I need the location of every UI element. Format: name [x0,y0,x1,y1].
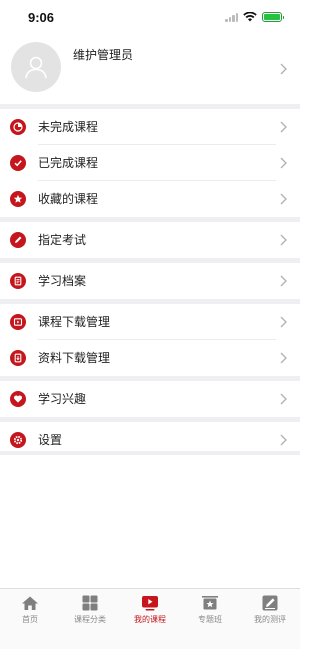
grid-icon [82,595,98,611]
chevron-right-icon [280,275,287,287]
chevron-right-icon [280,234,287,246]
menu-item-label: 课程下载管理 [38,315,111,329]
tab-label: 课程分类 [74,615,106,624]
menu-item-material-downloads[interactable]: 资料下载管理 [0,340,300,376]
tab-my-courses[interactable]: 我的课程 [120,589,180,649]
tab-label: 我的课程 [134,615,166,624]
chevron-right-icon [280,63,287,75]
pie-chart-icon [10,119,26,135]
menu-item-label: 未完成课程 [38,120,99,134]
menu-item-course-downloads[interactable]: 课程下载管理 [0,304,300,340]
status-time: 9:06 [28,9,55,25]
tab-label: 我的测评 [254,615,286,624]
chevron-right-icon [280,434,287,446]
tab-label: 专题班 [198,615,222,624]
profile-name: 维护管理员 [73,48,134,62]
home-icon [22,596,38,610]
chevron-right-icon [280,316,287,328]
menu-item-learning-archive[interactable]: 学习档案 [0,263,300,299]
chevron-right-icon [280,352,287,364]
chevron-right-icon [280,393,287,405]
wifi-icon [243,12,257,22]
tab-bar: 首页 课程分类 我的课程 专题班 我的测评 [0,588,300,649]
status-bar: 9:06 [0,0,300,34]
menu-item-completed-courses[interactable]: 已完成课程 [0,145,300,181]
chevron-right-icon [280,157,287,169]
pencil-icon [10,232,26,248]
tab-my-assessments[interactable]: 我的测评 [240,589,300,649]
profile-header[interactable]: 维护管理员 [0,34,300,104]
status-icons [225,12,284,22]
edit-icon [262,595,278,611]
heart-icon [10,391,26,407]
user-icon [25,56,47,79]
tab-label: 首页 [22,615,38,624]
play-icon [142,596,158,611]
menu-item-label: 学习兴趣 [38,392,87,406]
settings-icon [10,432,26,448]
archive-icon [10,273,26,289]
tab-home[interactable]: 首页 [0,589,60,649]
menu-item-label: 设置 [38,433,63,447]
video-download-icon [10,314,26,330]
tab-special-classes[interactable]: 专题班 [180,589,240,649]
section-separator [0,451,300,455]
menu-item-unfinished-courses[interactable]: 未完成课程 [0,109,300,145]
menu-item-label: 学习档案 [38,274,87,288]
class-board-icon [202,596,218,610]
tab-course-categories[interactable]: 课程分类 [60,589,120,649]
avatar [11,42,61,92]
menu-item-label: 指定考试 [38,233,87,247]
menu-item-favorite-courses[interactable]: 收藏的课程 [0,181,300,217]
chevron-right-icon [280,193,287,205]
check-icon [10,155,26,171]
menu-item-assigned-exams[interactable]: 指定考试 [0,222,300,258]
star-icon [10,191,26,207]
document-download-icon [10,350,26,366]
battery-icon [262,12,284,22]
menu-item-label: 收藏的课程 [38,192,99,206]
menu-item-label: 已完成课程 [38,156,99,170]
menu-item-label: 资料下载管理 [38,351,111,365]
signal-icon [225,12,238,22]
menu-item-learning-interests[interactable]: 学习兴趣 [0,381,300,417]
chevron-right-icon [280,121,287,133]
